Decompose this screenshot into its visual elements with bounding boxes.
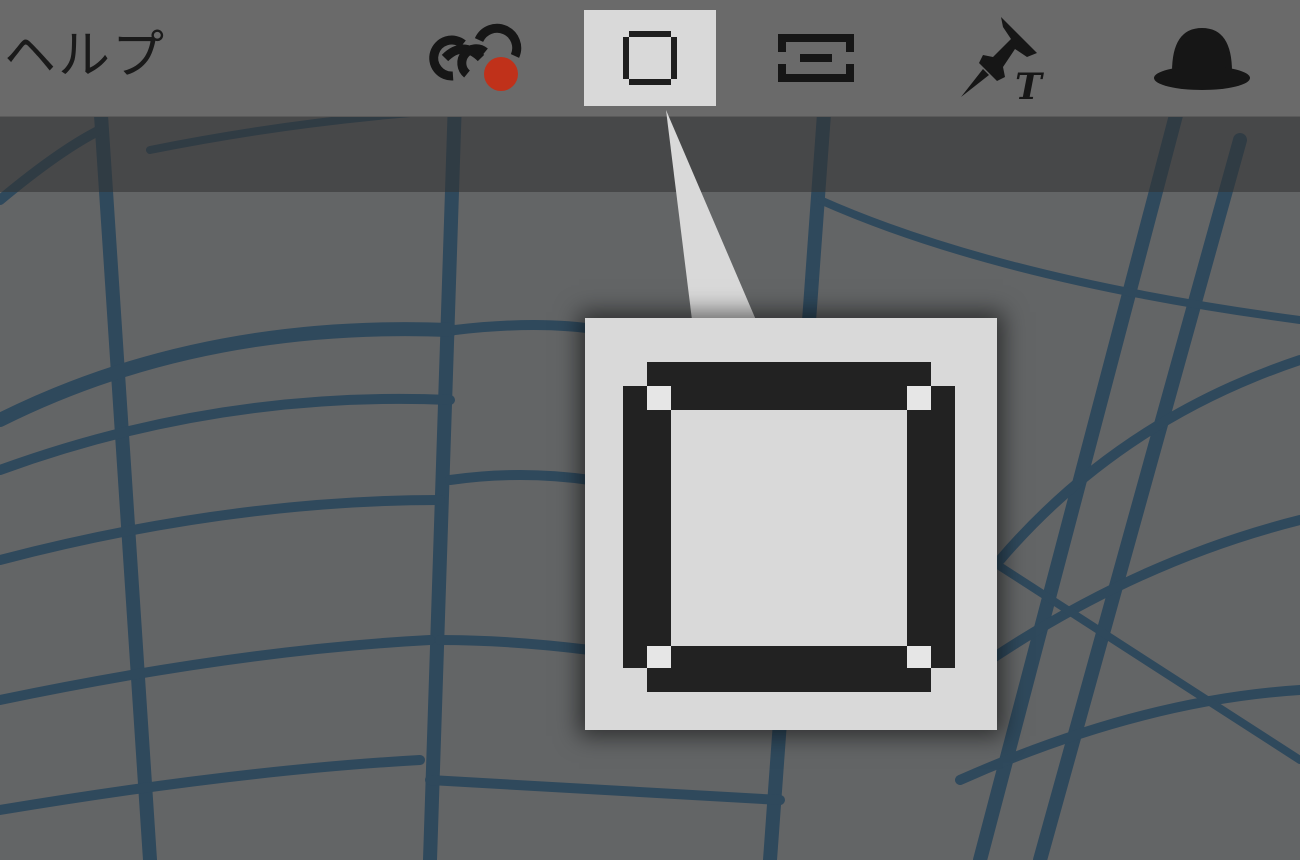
single-window-icon-zoomed — [623, 362, 955, 692]
zoom-callout — [585, 318, 997, 730]
